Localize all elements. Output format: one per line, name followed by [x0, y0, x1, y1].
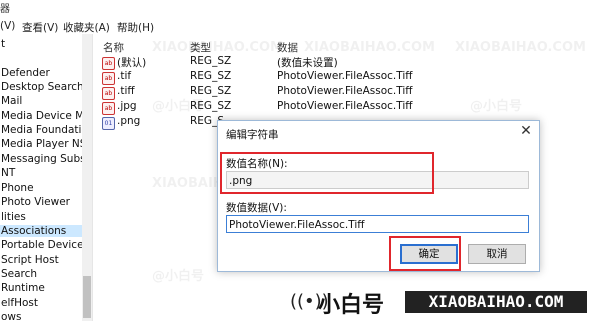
tree-item[interactable]: Photo Viewer	[1, 196, 70, 208]
tree-item-selected[interactable]: Associations	[0, 225, 89, 237]
binary-value-icon: 01	[102, 117, 115, 130]
string-value-icon: ab	[102, 87, 115, 100]
tree-item[interactable]: Media Player NSS	[1, 138, 92, 150]
tree-scrollbar-thumb[interactable]	[83, 276, 91, 318]
tree-item[interactable]: Runtime	[1, 282, 45, 294]
menu-item-help[interactable]: 帮助(H)	[117, 20, 154, 35]
menu-item-favorites[interactable]: 收藏夹(A)	[63, 20, 110, 35]
value-data: (数值未设置)	[277, 57, 338, 69]
value-type: REG_SZ	[190, 55, 232, 67]
menu-bar: 器 (V) 查看(V) 收藏夹(A) 帮助(H)	[0, 0, 589, 35]
value-data: PhotoViewer.FileAssoc.Tiff	[277, 70, 413, 82]
list-item[interactable]: ab .tif REG_SZ PhotoViewer.FileAssoc.Tif…	[93, 70, 589, 85]
value-type: REG_SZ	[190, 100, 232, 112]
list-item[interactable]: ab (默认) REG_SZ (数值未设置)	[93, 55, 589, 70]
name-field-highlight	[220, 152, 434, 194]
menu-item-fragment[interactable]: (V)	[0, 20, 15, 32]
tree-item[interactable]: Media Foundation	[1, 124, 92, 136]
tree-item[interactable]: NT	[1, 167, 15, 179]
brand-name-en: XIAOBAIHAO.COM	[405, 291, 587, 313]
dialog-title: 编辑字符串	[226, 129, 279, 141]
value-name: (默认)	[117, 57, 147, 69]
edit-string-dialog: 编辑字符串 ✕ 数值名称(N): .png 数值数据(V): PhotoView…	[217, 120, 540, 272]
value-name: .tiff	[117, 85, 135, 97]
brand-name-cn: 小白号	[318, 293, 385, 318]
tree-item[interactable]: ows	[1, 311, 21, 321]
tree-item[interactable]: Mail	[1, 95, 22, 107]
tree-item[interactable]: Desktop Search	[1, 81, 84, 93]
value-name: .jpg	[117, 100, 137, 112]
tree-item[interactable]: Messaging Subsyst	[1, 153, 92, 165]
list-item[interactable]: ab .jpg REG_SZ PhotoViewer.FileAssoc.Tif…	[93, 100, 589, 115]
tree-item[interactable]: Defender	[1, 67, 50, 79]
column-header-data[interactable]: 数据	[277, 40, 298, 55]
string-value-icon: ab	[102, 102, 115, 115]
value-type: REG_SZ	[190, 85, 232, 97]
value-data-field[interactable]: PhotoViewer.FileAssoc.Tiff	[226, 215, 529, 233]
column-header-type[interactable]: 类型	[190, 40, 211, 55]
string-value-icon: ab	[102, 57, 115, 70]
tree-scrollbar[interactable]	[82, 34, 92, 321]
tree-item[interactable]: t	[1, 38, 5, 50]
list-item[interactable]: ab .tiff REG_SZ PhotoViewer.FileAssoc.Ti…	[93, 85, 589, 100]
cancel-button[interactable]: 取消	[468, 244, 526, 264]
tree-item[interactable]: Script Host	[1, 254, 59, 266]
ok-button-highlight	[389, 236, 461, 271]
value-data: PhotoViewer.FileAssoc.Tiff	[277, 100, 413, 112]
tree-item[interactable]: Media Device Mana	[1, 110, 92, 122]
tree-item[interactable]: Search	[1, 268, 37, 280]
value-data-label: 数值数据(V):	[226, 202, 287, 214]
string-value-icon: ab	[102, 72, 115, 85]
value-type: REG_SZ	[190, 70, 232, 82]
registry-tree[interactable]: t Defender Desktop Search Mail Media Dev…	[0, 34, 93, 321]
tree-item[interactable]: Portable Devices	[1, 239, 89, 251]
close-icon[interactable]: ✕	[518, 123, 534, 139]
brand-watermark: ((•)) 小白号 XIAOBAIHAO.COM	[290, 285, 589, 321]
tree-item[interactable]: Phone	[1, 182, 34, 194]
broadcast-icon: ((•))	[290, 291, 329, 312]
value-name: .png	[117, 115, 141, 127]
tree-item[interactable]: elfHost	[1, 297, 38, 309]
tree-item[interactable]: lities	[1, 211, 26, 223]
column-header-name[interactable]: 名称	[103, 40, 124, 55]
window-title-fragment: 器	[0, 4, 10, 15]
value-name: .tif	[117, 70, 132, 82]
menu-item-view[interactable]: 查看(V)	[22, 20, 58, 35]
value-data: PhotoViewer.FileAssoc.Tiff	[277, 85, 413, 97]
